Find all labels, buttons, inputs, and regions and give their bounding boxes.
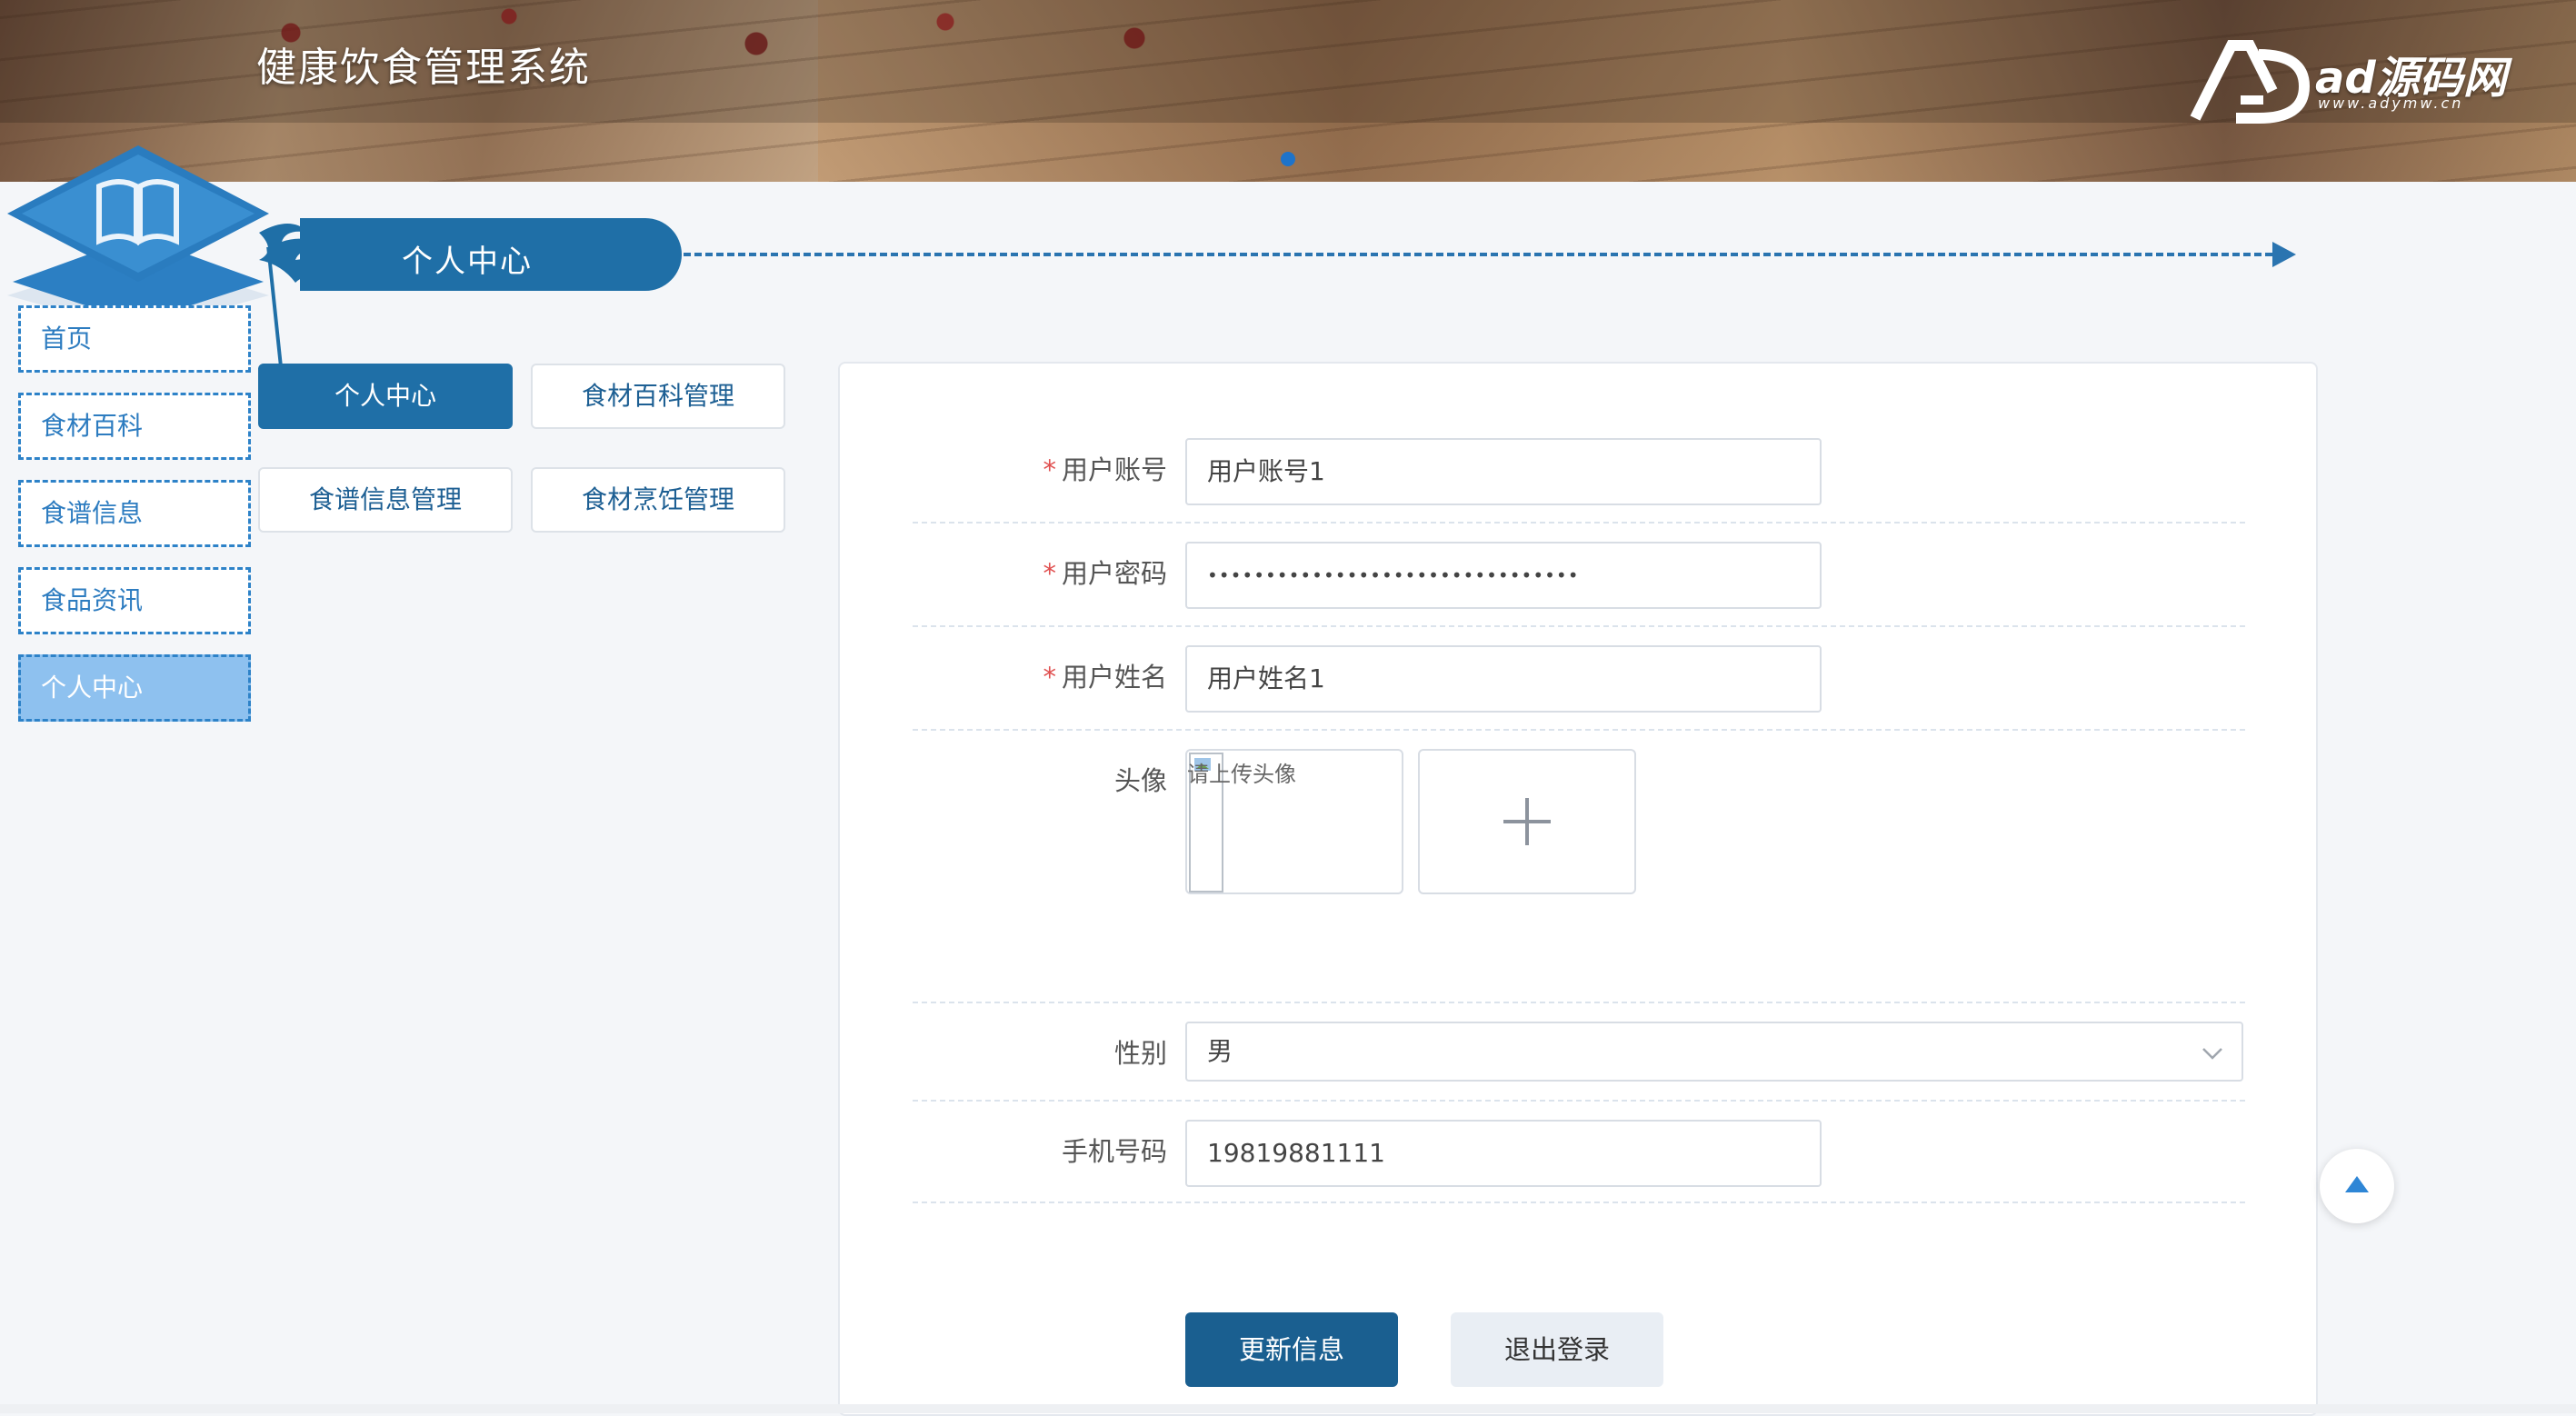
- submenu-ingredient-management[interactable]: 食材百科管理: [531, 364, 785, 429]
- name-label: * 用户姓名: [913, 656, 1167, 694]
- nav-item-home[interactable]: 首页: [18, 305, 251, 373]
- required-mark: *: [1043, 558, 1056, 589]
- back-to-top-button[interactable]: [2320, 1149, 2394, 1223]
- password-input[interactable]: ••••••••••••••••••••••••••••••••: [1185, 542, 1822, 609]
- required-mark: *: [1043, 662, 1056, 693]
- account-input[interactable]: 用户账号1: [1185, 438, 1822, 505]
- row-divider: [913, 625, 2245, 627]
- section-title: 个人中心: [402, 244, 533, 280]
- site-title: 健康饮食管理系统: [256, 45, 591, 91]
- gender-select[interactable]: 男: [1185, 1022, 2243, 1082]
- nav-item-food-news[interactable]: 食品资讯: [18, 567, 251, 634]
- submenu-recipe-management[interactable]: 食谱信息管理: [258, 467, 513, 533]
- nav-item-ingredient-encyclopedia[interactable]: 食材百科: [18, 393, 251, 460]
- gender-selected-value: 男: [1207, 1036, 1233, 1066]
- avatar-label: 头像: [1113, 765, 1167, 796]
- carousel-indicator-dot[interactable]: [1281, 152, 1295, 166]
- section-dash-line: [684, 253, 2283, 256]
- avatar-upload-hint: 请上传头像: [1187, 762, 1296, 787]
- row-divider: [913, 1202, 2245, 1203]
- name-input[interactable]: 用户姓名1: [1185, 645, 1822, 713]
- header-banner: 健康饮食管理系统 ad源码网 www.adymw.cn: [0, 0, 2576, 182]
- avatar-upload-button[interactable]: [1418, 749, 1636, 894]
- logo-url: www.adymw.cn: [2318, 95, 2464, 112]
- submenu-personal-center[interactable]: 个人中心: [258, 364, 513, 429]
- gender-label: 性别: [1113, 1038, 1167, 1069]
- logo-ad-icon: [2190, 40, 2311, 124]
- required-mark: *: [1043, 454, 1056, 485]
- update-info-button[interactable]: 更新信息: [1185, 1312, 1398, 1387]
- row-divider: [913, 522, 2245, 524]
- account-label: * 用户账号: [913, 449, 1167, 487]
- row-divider: [913, 729, 2245, 731]
- page-bottom-bar: [0, 1404, 2576, 1413]
- nav-item-personal-center[interactable]: 个人中心: [18, 654, 251, 722]
- nav-item-recipe-info[interactable]: 食谱信息: [18, 480, 251, 547]
- brand-logo[interactable]: ad源码网 www.adymw.cn: [2186, 36, 2522, 127]
- section-title-ribbon: 个人中心: [300, 218, 682, 291]
- password-label-text: 用户密码: [1061, 558, 1167, 589]
- arrow-right-icon: [2272, 242, 2296, 267]
- account-label-text: 用户账号: [1061, 454, 1167, 485]
- logout-button[interactable]: 退出登录: [1451, 1312, 1663, 1387]
- password-label: * 用户密码: [913, 553, 1167, 591]
- row-divider: [913, 1002, 2245, 1003]
- row-divider: [913, 1100, 2245, 1102]
- phone-label: 手机号码: [1061, 1136, 1167, 1167]
- phone-input[interactable]: 19819881111: [1185, 1120, 1822, 1187]
- chevron-down-icon: [2202, 1048, 2222, 1060]
- plus-icon: [1503, 798, 1551, 845]
- submenu-cooking-management[interactable]: 食材烹饪管理: [531, 467, 785, 533]
- name-label-text: 用户姓名: [1061, 662, 1167, 693]
